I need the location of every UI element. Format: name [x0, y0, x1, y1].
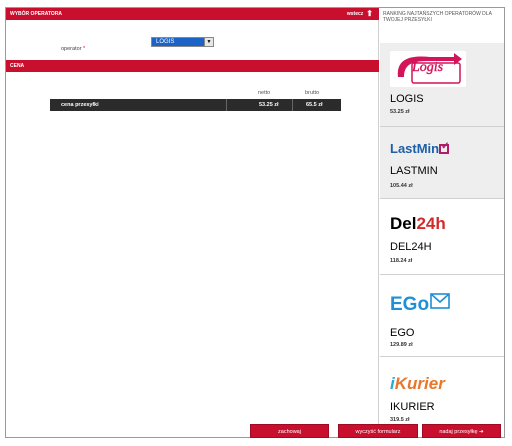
operator-name: IKURIER [390, 401, 435, 413]
back-link[interactable]: wstecz ⬆ [347, 8, 373, 20]
cena-section-header: CENA [6, 60, 379, 72]
checkbox-icon [439, 141, 450, 154]
netto-header: netto [258, 90, 271, 96]
operator-card-ego[interactable]: EGo EGO 129.89 zł [380, 275, 504, 357]
save-button[interactable]: zachowaj [250, 424, 329, 438]
ranking-heading: RANKING NAJTAŃSZYCH OPERATORÓW DLA TWOJE… [383, 11, 492, 23]
logis-logo: Logis [390, 51, 466, 87]
price-netto: 53.25 zł [259, 102, 279, 108]
lastmin-logo: LastMin [390, 141, 450, 156]
logis-logo-text: Logis [412, 60, 444, 75]
operator-name: LASTMIN [390, 165, 438, 177]
ego-logo: EGo [390, 293, 450, 316]
ikurier-logo: iKurier [390, 374, 445, 393]
operator-select-value: LOGIS [156, 39, 175, 45]
main-panel: WYBÓR OPERATORA wstecz ⬆ operator * LOGI… [6, 8, 379, 437]
envelope-icon [430, 293, 450, 315]
operator-price: 129.89 zł [390, 342, 413, 348]
price-row: cena przesyłki 53.25 zł 65.5 zł [50, 99, 341, 111]
operator-select[interactable]: LOGIS ▼ [151, 37, 214, 47]
operator-card-lastmin[interactable]: LastMin LASTMIN 105.44 zł [380, 127, 504, 199]
ranking-sidebar: RANKING NAJTAŃSZYCH OPERATORÓW DLA TWOJE… [380, 8, 504, 437]
chevron-down-icon[interactable]: ▼ [204, 38, 213, 46]
brutto-header: brutto [305, 90, 320, 96]
send-shipment-button[interactable]: nadaj przesyłkę ➜ [422, 424, 501, 438]
column-divider [292, 99, 293, 111]
arrow-up-icon: ⬆ [366, 9, 373, 18]
clear-form-button[interactable]: wyczyść formularz [338, 424, 418, 438]
operator-name: LOGIS [390, 93, 424, 105]
operator-price: 118.24 zł [390, 258, 413, 264]
operator-label: operator * [61, 46, 86, 52]
operator-name: EGO [390, 327, 415, 339]
price-row-label: cena przesyłki [61, 102, 99, 108]
price-brutto: 65.5 zł [306, 102, 323, 108]
operator-card-del24h[interactable]: Del24h DEL24H 118.24 zł [380, 199, 504, 275]
section-title: WYBÓR OPERATORA [10, 11, 63, 17]
column-divider [226, 99, 227, 111]
cena-title: CENA [10, 63, 25, 69]
del24h-logo: Del24h [390, 214, 446, 233]
operator-price: 105.44 zł [390, 183, 413, 189]
required-mark: * [83, 46, 86, 52]
app-frame: WYBÓR OPERATORA wstecz ⬆ operator * LOGI… [5, 7, 505, 438]
operator-card-logis[interactable]: Logis LOGIS 53.25 zł [380, 43, 504, 127]
operator-section-header: WYBÓR OPERATORA wstecz ⬆ [6, 8, 379, 20]
operator-price: 53.25 zł [390, 109, 410, 115]
back-label: wstecz [346, 11, 364, 17]
operator-price: 319.5 zł [390, 417, 410, 423]
operator-name: DEL24H [390, 241, 432, 253]
